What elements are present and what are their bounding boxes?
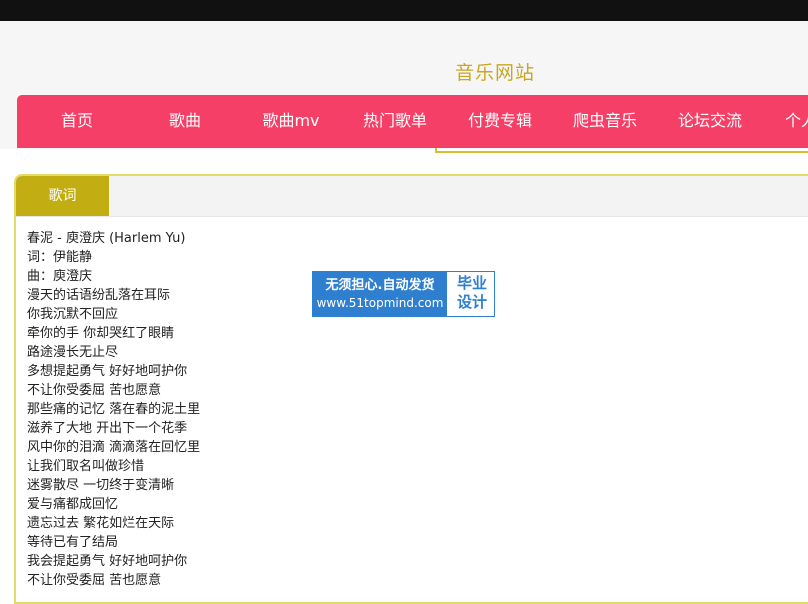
lyric-line: 路途漫长无止尽: [27, 345, 119, 360]
lyric-line: 春泥 - 庾澄庆 (Harlem Yu): [27, 231, 186, 246]
nav-item-personal[interactable]: 个人: [785, 95, 808, 148]
nav-item-home[interactable]: 首页: [17, 95, 137, 148]
lyric-line: 牵你的手 你却哭红了眼睛: [27, 326, 175, 341]
lyric-line: 遗忘过去 繁花如烂在天际: [27, 516, 175, 531]
nav-item-hot-playlists[interactable]: 热门歌单: [335, 95, 455, 148]
lyric-line: 多想提起勇气 好好地呵护你: [27, 364, 188, 379]
lyric-line: 爱与痛都成回忆: [27, 497, 119, 512]
watermark-main: 无须担心.自动发货 www.51topmind.com: [313, 272, 447, 316]
watermark-side-line1: 毕业: [456, 274, 487, 292]
nav-item-crawler-music[interactable]: 爬虫音乐: [545, 95, 665, 148]
lyric-line: 不让你受委屈 苦也愿意: [27, 573, 162, 588]
lyric-line: 不让你受委屈 苦也愿意: [27, 383, 162, 398]
watermark-side-line2: 设计: [456, 293, 487, 311]
nav-item-songs[interactable]: 歌曲: [125, 95, 245, 148]
lyrics-panel-header: 歌词: [16, 176, 808, 217]
site-title: 音乐网站: [454, 62, 535, 84]
window-top-bar: [0, 0, 808, 21]
lyrics-panel: 歌词 春泥 - 庾澄庆 (Harlem Yu) 词：伊能静 曲：庾澄庆 漫天的话…: [14, 174, 808, 604]
main-nav: 首页 歌曲 歌曲mv 热门歌单 付费专辑 爬虫音乐 论坛交流 个人: [17, 95, 808, 148]
watermark-url: www.51topmind.com: [316, 296, 444, 310]
lyric-line: 我会提起勇气 好好地呵护你: [27, 554, 188, 569]
lyric-line: 风中你的泪滴 滴滴落在回忆里: [27, 440, 201, 455]
lyric-line: 那些痛的记忆 落在春的泥土里: [27, 402, 201, 417]
nav-item-song-mv[interactable]: 歌曲mv: [231, 95, 351, 148]
tab-lyrics[interactable]: 歌词: [16, 176, 109, 216]
nav-item-paid-albums[interactable]: 付费专辑: [440, 95, 560, 148]
lyric-line: 等待已有了结局: [27, 535, 119, 550]
watermark-side-label: 毕业 设计: [453, 274, 491, 312]
lyric-line: 词：伊能静: [27, 250, 93, 265]
nav-item-forum[interactable]: 论坛交流: [650, 95, 770, 148]
watermark-slogan: 无须担心.自动发货: [325, 278, 435, 293]
watermark-badge: 无须担心.自动发货 www.51topmind.com 毕业 设计: [312, 271, 495, 317]
lyric-line: 滋养了大地 开出下一个花季: [27, 421, 188, 436]
nav-active-underline: [435, 148, 808, 153]
lyric-line: 让我们取名叫做珍惜: [27, 459, 145, 474]
lyric-line: 迷雾散尽 一切终于变清晰: [27, 478, 175, 493]
